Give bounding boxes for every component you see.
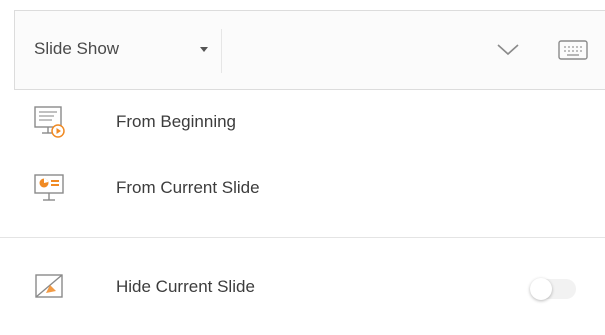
tab-dropdown[interactable]: Slide Show (15, 11, 220, 89)
collapse-ribbon-button[interactable] (493, 35, 523, 65)
menu-item-from-beginning[interactable]: From Beginning (0, 90, 605, 154)
hide-current-slide-label: Hide Current Slide (116, 277, 255, 296)
keyboard-icon (558, 40, 588, 60)
ribbon-toolbar: Slide Show (14, 10, 605, 90)
menu-item-from-current-slide[interactable]: From Current Slide (0, 156, 605, 220)
keyboard-button[interactable] (556, 37, 590, 63)
from-current-slide-label: From Current Slide (116, 178, 260, 197)
chevron-down-icon (497, 44, 519, 56)
from-beginning-label: From Beginning (116, 112, 237, 131)
slideshow-from-current-icon (32, 170, 68, 206)
toggle-knob (530, 278, 552, 300)
slideshow-from-beginning-icon (32, 104, 68, 140)
menu-item-hide-current-slide[interactable]: Hide Current Slide (0, 255, 605, 319)
caret-down-icon (200, 47, 208, 52)
hide-slide-toggle[interactable] (530, 278, 576, 300)
toolbar-divider (221, 29, 222, 73)
section-divider (0, 237, 605, 238)
slide-show-panel: Slide Show From Beginning From Current S… (0, 0, 605, 335)
hide-slide-icon (32, 269, 68, 305)
tab-dropdown-label: Slide Show (34, 39, 120, 58)
